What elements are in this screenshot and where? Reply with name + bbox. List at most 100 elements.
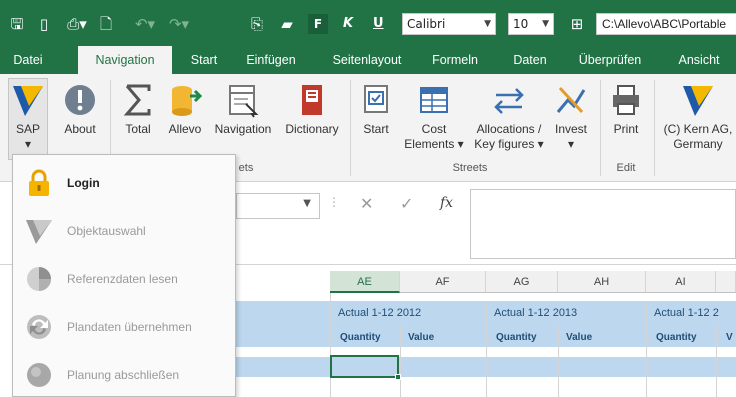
tab-formeln[interactable]: Formeln	[422, 46, 488, 74]
sub-header-cell[interactable]: V	[726, 332, 733, 343]
print-button[interactable]: Print	[606, 74, 646, 137]
tab-ueberpruefen[interactable]: Überprüfen	[568, 46, 652, 74]
sub-header-cell[interactable]: Quantity	[656, 332, 697, 343]
lock-icon	[29, 169, 49, 196]
print-preview-icon[interactable]: ⎙▾	[62, 14, 92, 34]
menu-item-login[interactable]: Login	[13, 159, 235, 207]
kern-ag-label-1: (C) Kern AG,	[663, 122, 733, 136]
group-label-edit: Edit	[616, 162, 636, 174]
dictionary-label: Dictionary	[285, 122, 339, 136]
confirm-icon[interactable]: ✓	[400, 194, 413, 213]
bold-button[interactable]: F	[308, 14, 328, 34]
column-header-af[interactable]: AF	[400, 271, 486, 293]
column-header-ag[interactable]: AG	[486, 271, 558, 293]
allevo-button[interactable]: Allevo	[164, 74, 206, 137]
menu-item-label: Plandaten übernehmen	[67, 320, 192, 334]
menu-item-label: Login	[67, 176, 100, 190]
cost-elements-button[interactable]: Cost Elements ▾	[400, 74, 468, 152]
sub-header-cell[interactable]: Quantity	[340, 332, 381, 343]
open-file-icon[interactable]: 🗋	[96, 14, 116, 34]
tab-start[interactable]: Start	[176, 46, 232, 74]
ribbon-tabs: Datei Navigation Start Einfügen Seitenla…	[0, 46, 736, 74]
chevron-down-icon: ▾	[24, 137, 32, 151]
group-header-cell[interactable]: Actual 1-12 2012	[338, 307, 421, 319]
save-icon[interactable]: 🖫	[6, 14, 28, 34]
menu-item-referenzdaten[interactable]: Referenzdaten lesen	[13, 255, 235, 303]
grid-line	[486, 301, 487, 397]
sap-label: SAP	[15, 122, 40, 136]
sap-logo-icon	[683, 86, 713, 116]
sub-header-cell[interactable]: Quantity	[496, 332, 537, 343]
menu-item-label: Referenzdaten lesen	[67, 272, 178, 286]
sub-header-cell[interactable]: Value	[566, 332, 592, 343]
sap-dropdown-menu: Login Objektauswahl Referenzdaten lesen …	[12, 154, 236, 397]
formula-input[interactable]	[470, 189, 736, 259]
border-icon[interactable]: ⊞	[566, 14, 588, 34]
column-header-ai[interactable]: AI	[646, 271, 716, 293]
insert-function-button[interactable]: fx	[440, 195, 453, 211]
tab-ansicht[interactable]: Ansicht	[666, 46, 732, 74]
kern-ag-button[interactable]: (C) Kern AG, Germany	[660, 74, 736, 152]
formula-bar-grip[interactable]: ⋮	[328, 195, 340, 209]
sub-header-cell[interactable]: Value	[408, 332, 434, 343]
menu-item-label: Objektauswahl	[67, 224, 146, 238]
name-box[interactable]: ▼	[236, 193, 320, 219]
folder-icon[interactable]: ▰	[276, 14, 298, 34]
grid-line	[330, 293, 331, 397]
menu-item-planung-abschliessen[interactable]: Planung abschließen	[13, 351, 235, 397]
start-button[interactable]: Start	[356, 74, 396, 137]
cancel-icon[interactable]: ✕	[360, 194, 373, 213]
ribbon-separator	[350, 80, 351, 176]
kern-ag-label-2: Germany	[673, 137, 723, 151]
print-label: Print	[613, 122, 639, 136]
save-as-icon[interactable]: ⎘	[246, 14, 268, 34]
navigation-window-icon	[229, 85, 259, 118]
redo-icon[interactable]: ↷▾	[164, 14, 194, 34]
file-path-field[interactable]: C:\Allevo\ABC\Portable	[596, 13, 736, 35]
sap-button[interactable]: SAP ▾	[8, 74, 48, 152]
column-header-next[interactable]	[716, 271, 736, 293]
sap-logo-icon	[13, 86, 43, 116]
tab-seitenlayout[interactable]: Seitenlayout	[322, 46, 412, 74]
invest-button[interactable]: Invest ▾	[550, 74, 592, 152]
navigation-label: Navigation	[214, 122, 272, 136]
grid-line	[716, 325, 717, 397]
italic-button[interactable]: K	[343, 14, 353, 34]
dictionary-button[interactable]: Dictionary	[280, 74, 344, 137]
sigma-icon	[123, 84, 151, 116]
underline-button[interactable]: U	[373, 14, 384, 34]
allevo-label: Allevo	[168, 122, 202, 136]
cost-elements-label-1: Cost	[421, 122, 447, 136]
navigation-button[interactable]: Navigation	[208, 74, 278, 137]
chevron-down-icon: ▾	[567, 137, 575, 151]
menu-item-label: Planung abschließen	[67, 368, 180, 382]
allocations-label-2: Key figures ▾	[474, 137, 544, 151]
group-header-cell[interactable]: Actual 1-12 2	[654, 307, 719, 319]
tab-datei[interactable]: Datei	[4, 46, 52, 74]
sap-logo-icon	[26, 220, 52, 244]
font-name-select[interactable]: Calibri ▼	[402, 13, 496, 35]
quick-access-toolbar: 🖫 ▯ ⎙▾ 🗋 ↶▾ ↷▾ ⎘ ▰ F K U Calibri ▼ 10 ▼ …	[0, 0, 736, 46]
group-header-cell[interactable]: Actual 1-12 2013	[494, 307, 577, 319]
selected-cell[interactable]	[330, 355, 401, 380]
column-header-ae[interactable]: AE	[330, 271, 400, 293]
column-header-ah[interactable]: AH	[558, 271, 646, 293]
allocations-label-1: Allocations /	[476, 122, 542, 136]
undo-icon[interactable]: ↶▾	[130, 14, 160, 34]
group-label-sheets: ets	[238, 162, 254, 174]
menu-item-plandaten[interactable]: Plandaten übernehmen	[13, 303, 235, 351]
menu-item-objektauswahl[interactable]: Objektauswahl	[13, 207, 235, 255]
new-document-icon[interactable]: ▯	[34, 14, 54, 34]
tab-einfuegen[interactable]: Einfügen	[234, 46, 308, 74]
start-label: Start	[363, 122, 389, 136]
font-size-select[interactable]: 10 ▼	[508, 13, 554, 35]
chevron-down-icon: ▼	[484, 19, 491, 29]
refresh-icon	[27, 315, 51, 339]
total-button[interactable]: Total	[118, 74, 158, 137]
about-button[interactable]: About	[58, 74, 102, 137]
tab-navigation[interactable]: Navigation	[78, 46, 172, 74]
tab-daten[interactable]: Daten	[500, 46, 560, 74]
fill-handle[interactable]	[395, 374, 401, 380]
ribbon-separator	[654, 80, 655, 176]
allocations-button[interactable]: Allocations / Key figures ▾	[468, 74, 550, 152]
